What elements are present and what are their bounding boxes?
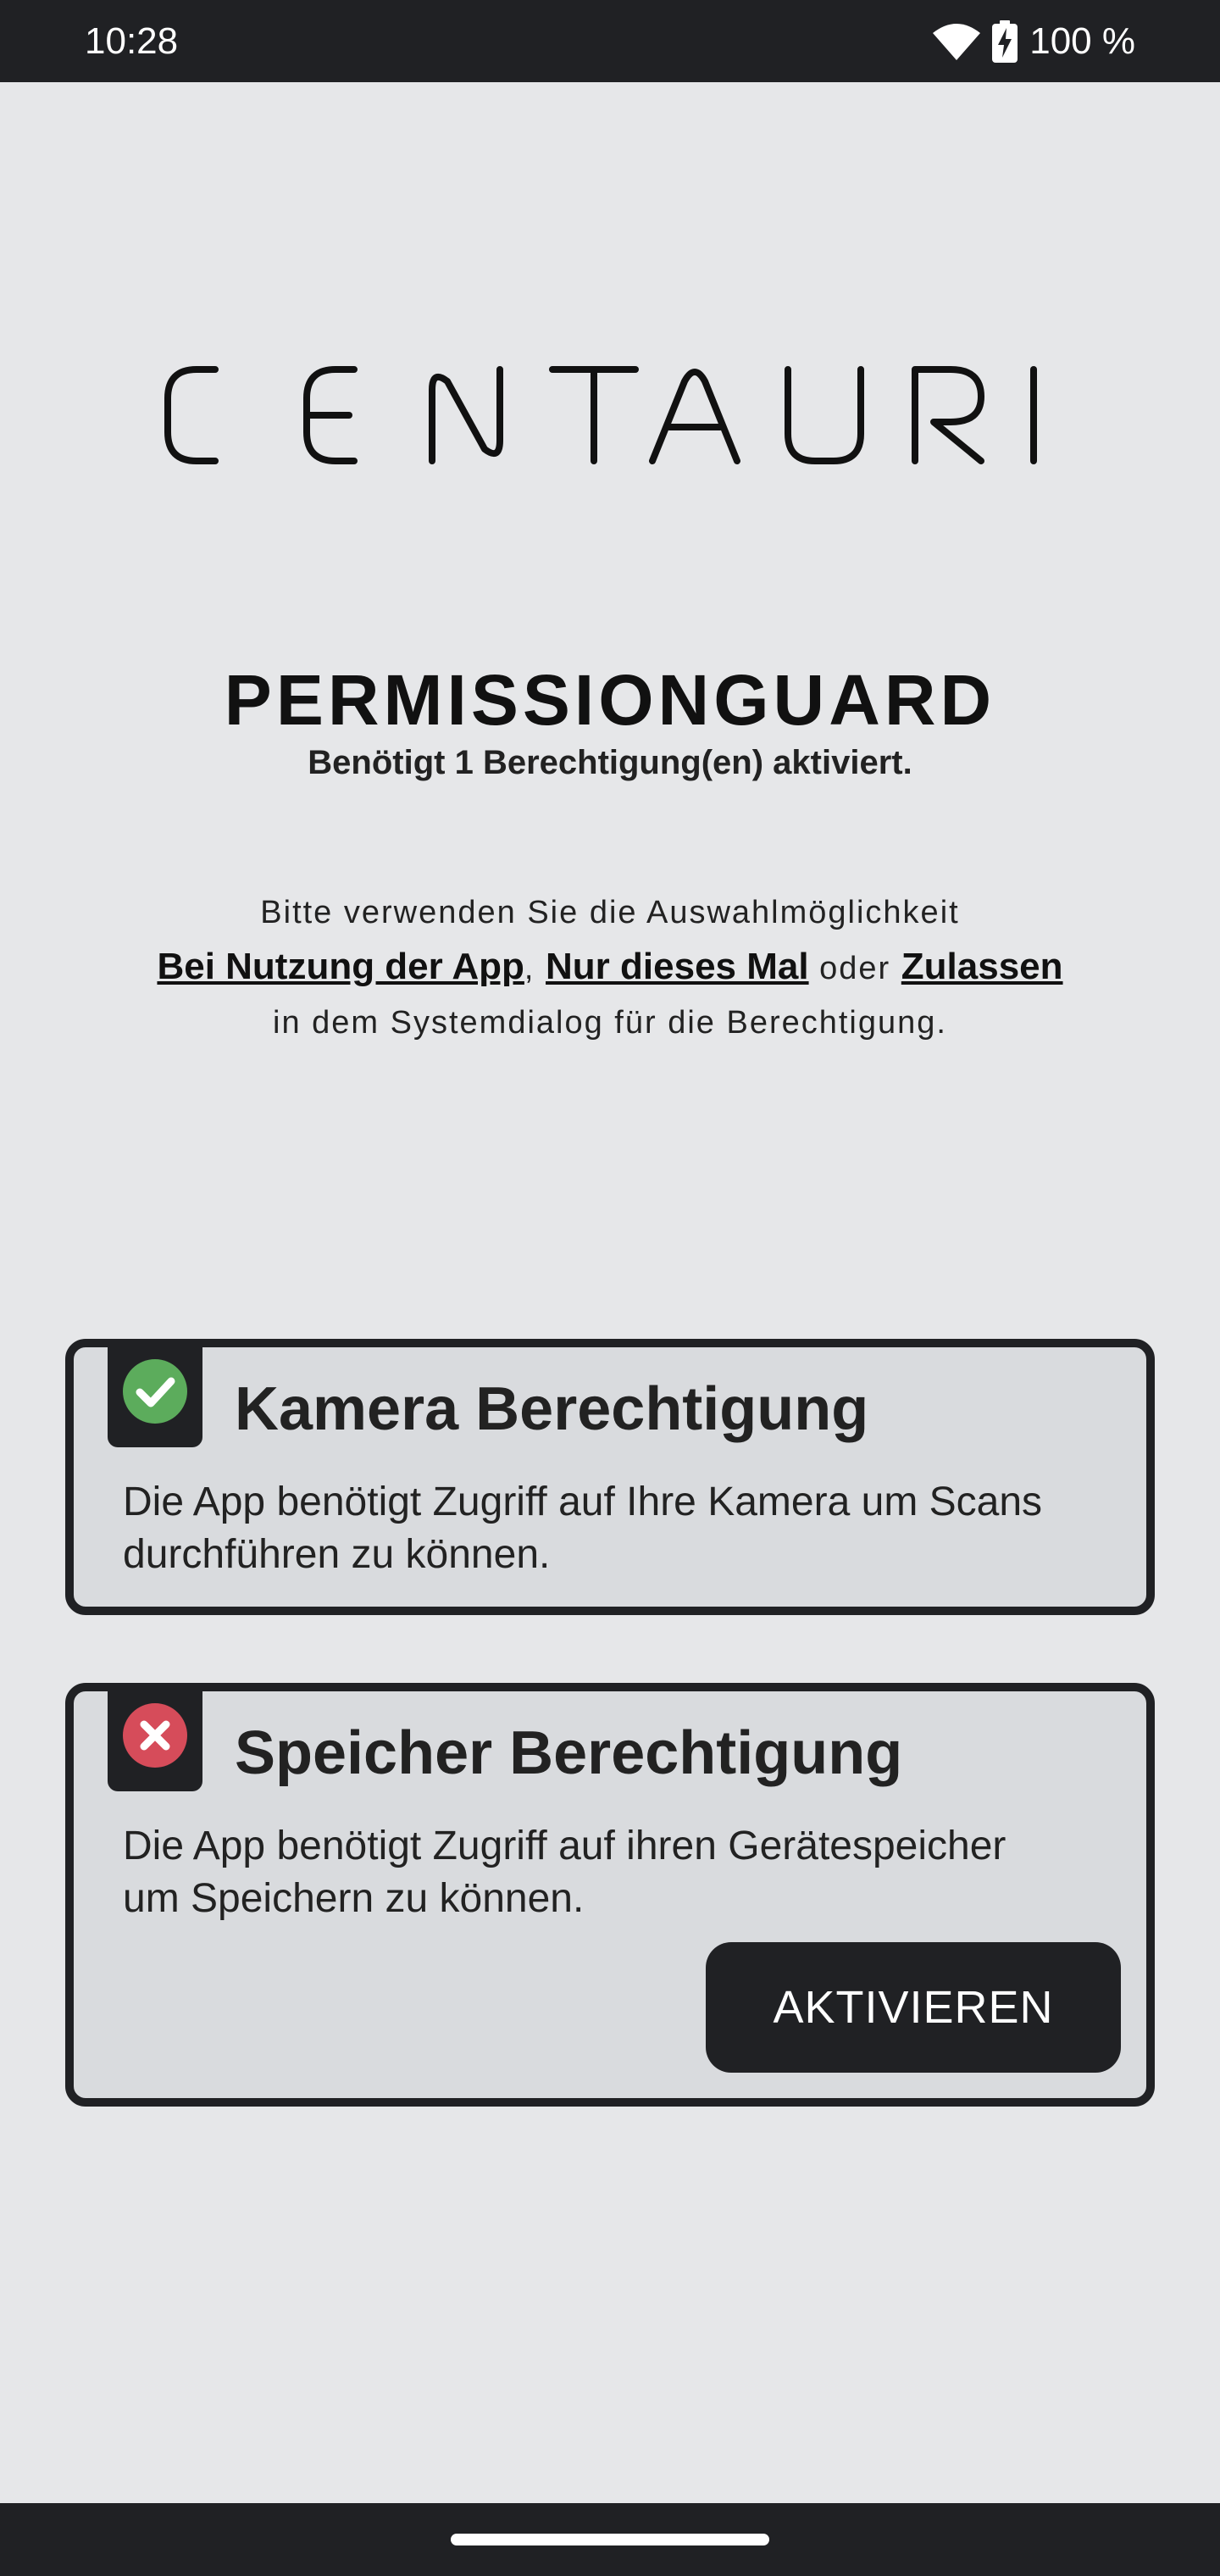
status-tab — [108, 1683, 202, 1791]
activate-button[interactable]: AKTIVIEREN — [706, 1942, 1121, 2073]
status-bar: 10:28 100 % — [0, 0, 1220, 82]
permission-description: Die App benötigt Zugriff auf ihren Gerät… — [123, 1824, 1006, 1921]
home-gesture-handle[interactable] — [451, 2534, 769, 2545]
check-circle-icon — [121, 1357, 189, 1430]
instructions-line-3: in dem Systemdialog für die Berechtigung… — [273, 1005, 947, 1041]
instructions-line-2: Bei Nutzung der App, Nur dieses Mal oder… — [85, 940, 1135, 996]
battery-charging-icon — [992, 19, 1018, 63]
page-title: PERMISSIONGUARD — [224, 660, 996, 740]
status-icons: 100 % — [933, 19, 1135, 63]
option-allow: Zulassen — [901, 946, 1063, 987]
permission-title: Kamera Berechtigung — [235, 1375, 869, 1443]
navigation-bar — [0, 2503, 1220, 2576]
instructions-line-1: Bitte verwenden Sie die Auswahlmöglichke… — [260, 895, 960, 930]
option-only-this-time: Nur dieses Mal — [546, 946, 809, 987]
permission-card-camera: Kamera Berechtigung Die App benötigt Zug… — [65, 1339, 1155, 1615]
instructions-text: Bitte verwenden Sie die Auswahlmöglichke… — [85, 886, 1135, 1050]
page-subtitle: Benötigt 1 Berechtigung(en) aktiviert. — [308, 744, 912, 781]
permission-description: Die App benötigt Zugriff auf Ihre Kamera… — [123, 1480, 1043, 1577]
option-separator: , — [524, 951, 535, 986]
status-time: 10:28 — [85, 19, 179, 62]
centauri-logo — [161, 356, 1042, 475]
permission-title: Speicher Berechtigung — [235, 1719, 903, 1787]
battery-percentage: 100 % — [1029, 19, 1135, 62]
wifi-icon — [933, 23, 981, 60]
status-tab — [108, 1339, 202, 1447]
error-circle-icon — [121, 1702, 189, 1774]
permission-card-storage: Speicher Berechtigung Die App benötigt Z… — [65, 1683, 1155, 2107]
screen: 10:28 100 % PERMISSIONGUARD Benötigt 1 B… — [0, 0, 1220, 2576]
option-or: oder — [819, 951, 891, 986]
option-while-using-app: Bei Nutzung der App — [157, 946, 524, 987]
